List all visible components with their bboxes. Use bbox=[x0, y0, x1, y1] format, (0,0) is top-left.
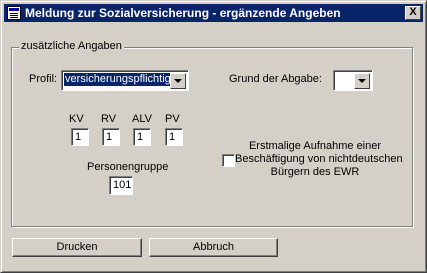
print-button[interactable]: Drucken bbox=[12, 238, 142, 257]
cancel-button[interactable]: Abbruch bbox=[149, 238, 278, 257]
pv-input[interactable]: 1 bbox=[165, 128, 183, 146]
grund-selected-value bbox=[336, 73, 338, 86]
ewr-checkbox-label-line3: Bürgern des EWR bbox=[270, 166, 360, 178]
alv-label: ALV bbox=[132, 113, 152, 125]
kv-input[interactable]: 1 bbox=[71, 128, 89, 146]
profil-selected-value: versicherungspflichtig bbox=[64, 73, 170, 86]
form-icon bbox=[7, 6, 21, 20]
ewr-checkbox[interactable] bbox=[222, 154, 235, 167]
ewr-checkbox-label-line2: Beschäftigung von nichtdeutschen bbox=[235, 153, 403, 165]
grund-combobox[interactable] bbox=[333, 70, 373, 91]
personengruppe-input[interactable]: 101 bbox=[109, 176, 133, 195]
title-bar[interactable]: Meldung zur Sozialversicherung - ergänze… bbox=[4, 4, 423, 22]
chevron-down-icon[interactable] bbox=[354, 73, 370, 89]
pv-label: PV bbox=[165, 113, 180, 125]
rv-input[interactable]: 1 bbox=[102, 128, 120, 146]
grund-label: Grund der Abgabe: bbox=[229, 73, 322, 85]
ewr-checkbox-label-line1: Erstmalige Aufnahme einer bbox=[248, 140, 382, 152]
dialog-window: Meldung zur Sozialversicherung - ergänze… bbox=[0, 0, 427, 273]
close-button[interactable]: X bbox=[405, 6, 421, 20]
window-title: Meldung zur Sozialversicherung - ergänze… bbox=[25, 6, 341, 20]
chevron-down-icon[interactable] bbox=[170, 73, 186, 89]
group-legend: zusätzliche Angaben bbox=[19, 40, 124, 52]
rv-label: RV bbox=[101, 113, 117, 125]
kv-label: KV bbox=[69, 113, 84, 125]
profil-combobox[interactable]: versicherungspflichtig bbox=[61, 70, 189, 91]
profil-label: Profil: bbox=[29, 73, 58, 85]
alv-input[interactable]: 1 bbox=[133, 128, 151, 146]
personengruppe-label: Personengruppe bbox=[87, 161, 169, 173]
